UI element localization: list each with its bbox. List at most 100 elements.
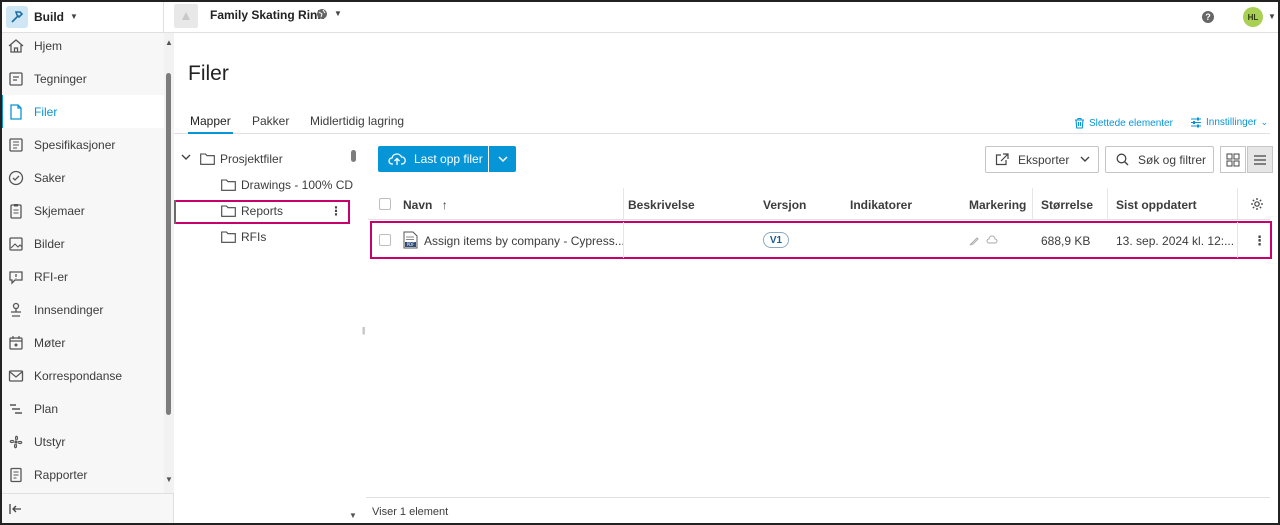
sidebar-item-rfis[interactable]: RFI-er [0, 260, 164, 293]
assets-icon [9, 435, 23, 449]
column-header-last-updated[interactable]: Sist oppdatert [1116, 198, 1197, 212]
tree-scroll-thumb[interactable] [351, 150, 356, 162]
sidebar-item-specifications[interactable]: Spesifikasjoner [0, 128, 164, 161]
sidebar-item-forms[interactable]: Skjemaer [0, 194, 164, 227]
gear-icon[interactable] [1250, 197, 1264, 211]
sidebar-item-home[interactable]: Hjem [0, 29, 164, 62]
sidebar-item-label: Spesifikasjoner [34, 138, 116, 152]
project-chevron-down-icon[interactable]: ▼ [334, 9, 342, 18]
row-checkbox[interactable] [379, 234, 391, 246]
project-name[interactable]: Family Skating Rink [210, 8, 324, 22]
tree-scrollbar[interactable] [348, 148, 358, 525]
column-header-description[interactable]: Beskrivelse [628, 198, 695, 212]
top-bar: Build ▼ Family Skating Rink ▼ ? HL ▼ [0, 0, 1280, 33]
expand-chevron-icon[interactable] [181, 153, 191, 163]
file-name[interactable]: Assign items by company - Cypress... [424, 234, 625, 248]
upload-files-button[interactable]: Last opp filer [378, 146, 488, 172]
sidebar-item-reports[interactable]: Rapporter [0, 458, 164, 491]
column-divider[interactable] [1237, 188, 1238, 220]
tree-item-label: Reports [241, 204, 284, 218]
grid-icon [1226, 153, 1240, 166]
tree-item-label: RFIs [241, 230, 267, 244]
folder-icon [221, 231, 236, 243]
sheets-icon [9, 72, 23, 86]
column-divider[interactable] [623, 188, 624, 220]
tree-selection-indicator [174, 200, 176, 224]
tree-item-project-files[interactable]: Prosjektfiler [200, 148, 283, 170]
export-button[interactable]: Eksporter [985, 146, 1099, 173]
column-header-markup[interactable]: Markering [969, 198, 1026, 212]
sidebar-item-label: Korrespondanse [34, 369, 123, 383]
project-thumbnail [174, 4, 198, 28]
settings-link[interactable]: Innstillinger ⌄ [1190, 117, 1268, 128]
list-view-button[interactable] [1247, 146, 1273, 173]
export-label: Eksporter [1018, 152, 1070, 167]
sidebar-item-files[interactable]: Filer [0, 95, 164, 128]
sidebar-item-sheets[interactable]: Tegninger [0, 62, 164, 95]
build-hammer-icon [6, 5, 28, 28]
results-count: Viser 1 element [372, 506, 449, 518]
chevron-down-icon: ⌄ [1260, 117, 1269, 127]
avatar[interactable]: HL [1243, 7, 1263, 27]
column-header-version[interactable]: Versjon [763, 198, 806, 212]
files-icon [10, 104, 22, 120]
search-filter-button[interactable]: Søk og filtrer [1105, 146, 1214, 173]
column-header-name[interactable]: Navn ↑ [403, 198, 448, 212]
sidebar: Hjem Tegninger Filer Spesifikasjoner Sak… [0, 33, 174, 525]
sort-ascending-icon: ↑ [441, 198, 448, 212]
export-icon [995, 153, 1009, 166]
sidebar-item-assets[interactable]: Utstyr [0, 425, 164, 458]
sidebar-item-label: Innsendinger [34, 303, 104, 317]
sidebar-item-schedule[interactable]: Plan [0, 392, 164, 425]
scroll-down-icon[interactable]: ▼ [348, 511, 358, 520]
sidebar-item-label: Skjemaer [34, 204, 85, 218]
tree-item-rfis[interactable]: RFIs [221, 226, 266, 248]
tab-folders[interactable]: Mapper [188, 114, 233, 134]
sidebar-item-correspondence[interactable]: Korrespondanse [0, 359, 164, 392]
sidebar-item-label: Filer [34, 105, 58, 119]
sidebar-item-issues[interactable]: Saker [0, 161, 164, 194]
sidebar-item-label: Møter [34, 336, 66, 350]
column-header-indicators[interactable]: Indikatorer [850, 198, 912, 212]
tab-temporary-storage[interactable]: Midlertidig lagring [310, 114, 404, 128]
help-icon[interactable]: ? [1202, 11, 1214, 23]
tree-item-drawings[interactable]: Drawings - 100% CD [221, 174, 353, 196]
tree-item-reports[interactable]: Reports [221, 200, 283, 222]
folder-icon [200, 153, 215, 165]
trash-icon [1075, 117, 1084, 129]
avatar-chevron-down-icon[interactable]: ▼ [1268, 12, 1276, 21]
folder-icon [221, 179, 236, 191]
sidebar-item-meetings[interactable]: Møter [0, 326, 164, 359]
sidebar-item-submittals[interactable]: Innsendinger [0, 293, 164, 326]
collapse-left-icon [9, 504, 21, 514]
file-size: 688,9 KB [1041, 234, 1091, 248]
grid-view-button[interactable] [1220, 146, 1246, 173]
sidebar-item-photos[interactable]: Bilder [0, 227, 164, 260]
cloud-upload-icon [388, 153, 406, 165]
upload-files-label: Last opp filer [414, 152, 483, 166]
row-more-icon[interactable]: ⋮ [1253, 233, 1266, 249]
scroll-up-icon[interactable]: ▲ [164, 38, 174, 47]
tree-item-label: Drawings - 100% CD [241, 178, 354, 192]
column-divider [623, 222, 624, 258]
home-icon [8, 39, 24, 53]
tab-packages[interactable]: Pakker [252, 114, 289, 128]
column-divider[interactable] [1107, 188, 1108, 220]
chevron-down-icon: ▼ [70, 12, 78, 21]
panel-resize-handle[interactable]: || [362, 326, 365, 335]
folder-more-icon[interactable]: ⋮ [330, 204, 342, 218]
upload-options-button[interactable] [489, 146, 516, 172]
version-badge[interactable]: V1 [763, 232, 789, 248]
deleted-items-link[interactable]: Slettede elementer [1074, 117, 1173, 129]
column-divider[interactable] [1032, 188, 1033, 220]
search-icon [1116, 153, 1129, 166]
collapse-sidebar-button[interactable] [0, 493, 174, 525]
sidebar-item-label: RFI-er [34, 270, 68, 284]
select-all-checkbox[interactable] [379, 198, 391, 210]
settings-label: Innstillinger [1206, 117, 1257, 128]
specifications-icon [9, 138, 23, 152]
schedule-icon [10, 404, 22, 414]
column-header-size[interactable]: Størrelse [1041, 198, 1093, 212]
scroll-down-icon[interactable]: ▼ [164, 475, 174, 484]
sidebar-scroll-thumb[interactable] [166, 73, 171, 415]
